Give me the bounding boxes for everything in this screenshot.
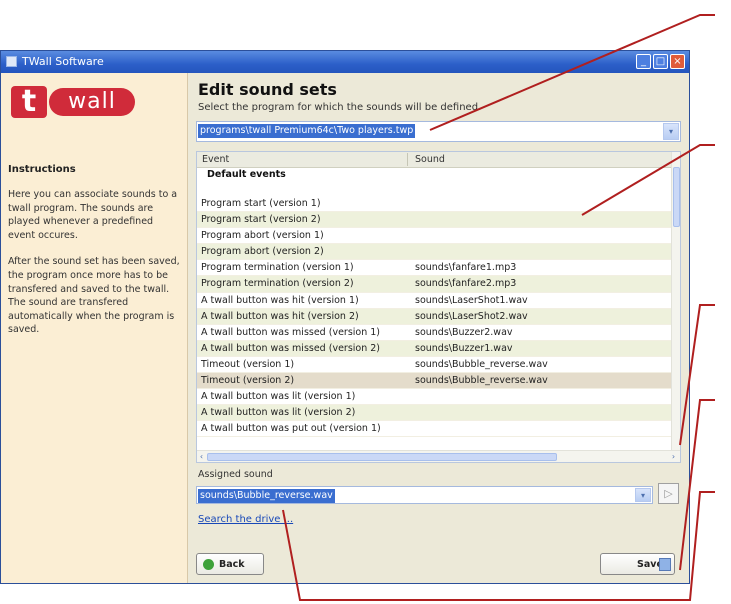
table-row[interactable]: A twall button was put out (version 1) [197,421,671,438]
table-row[interactable]: A twall button was missed (version 2) sou… [197,340,671,357]
event-cell: Program abort (version 1) [201,230,324,242]
twall-logo: t wall [11,86,137,118]
table-row[interactable]: Program termination (version 1) sounds\fa… [197,260,671,277]
play-button[interactable]: ▷ [658,483,679,504]
scrollbar-thumb[interactable] [673,167,680,227]
table-row[interactable]: Program termination (version 2) sounds\fa… [197,276,671,293]
event-cell: A twall button was missed (version 2) [201,342,381,354]
play-icon: ▷ [664,487,673,500]
assigned-sound-label: Assigned sound [198,469,273,480]
event-cell: Timeout (version 2) [201,375,295,387]
sound-cell: sounds\Buzzer2.wav [415,326,513,338]
scrollbar-thumb[interactable] [207,453,557,461]
event-cell: A twall button was lit (version 1) [201,391,356,403]
assigned-sound-select[interactable]: sounds\Bubble_reverse.wav ▾ [196,486,653,504]
event-cell: Program start (version 2) [201,214,321,226]
group-header: Default events [197,168,671,182]
table-row[interactable]: A twall button was hit (version 2) sounds… [197,308,671,325]
table-row[interactable]: Program start (version 2) [197,212,671,229]
table-row[interactable]: Program start (version 1) [197,196,671,213]
maximize-button[interactable]: □ [653,54,668,69]
instructions-heading: Instructions [8,164,76,175]
chevron-down-icon[interactable]: ▾ [663,123,679,140]
table-row[interactable]: A twall button was lit (version 1) [197,389,671,406]
instructions-paragraph: Here you can associate sounds to a twall… [8,189,178,241]
instructions-paragraph: After the sound set has been saved, the … [8,256,180,336]
event-cell: Program termination (version 2) [201,278,354,290]
app-window: TWall Software _ □ × t wall Instructions… [0,50,690,584]
sound-events-table[interactable]: Event Sound Default events Program start… [196,151,681,463]
table-row[interactable]: A twall button was missed (version 1) sou… [197,325,671,341]
main-panel: Edit sound sets Select the program for w… [188,73,689,583]
horizontal-scrollbar[interactable]: ‹ › [197,450,680,462]
back-arrow-icon [203,559,214,570]
floppy-disk-icon [659,558,671,571]
sound-cell: sounds\Bubble_reverse.wav [415,358,548,370]
sound-cell: sounds\fanfare2.mp3 [415,278,517,290]
page-subtitle: Select the program for which the sounds … [198,102,482,113]
page-title: Edit sound sets [198,80,337,99]
chevron-down-icon[interactable]: ▾ [635,488,651,502]
sound-cell: sounds\LaserShot1.wav [415,294,528,306]
minimize-button[interactable]: _ [636,54,651,69]
logo-wall: wall [49,88,135,116]
assigned-sound-value: sounds\Bubble_reverse.wav [198,489,335,503]
logo-t: t [11,86,47,118]
close-button[interactable]: × [670,54,685,69]
instructions-text: Here you can associate sounds to a twall… [8,188,182,350]
title-bar[interactable]: TWall Software _ □ × [1,51,689,73]
table-row[interactable]: Timeout (version 1) sounds\Bubble_reverse… [197,357,671,374]
event-cell: A twall button was put out (version 1) [201,423,381,435]
table-row[interactable]: A twall button was hit (version 1) sounds… [197,293,671,309]
back-button[interactable]: Back [196,553,264,575]
sidebar: t wall Instructions Here you can associa… [1,73,188,583]
column-header-sound[interactable]: Sound [415,154,445,165]
search-drive-link[interactable]: Search the drive ... [198,514,293,525]
scroll-right-icon[interactable]: › [669,451,678,462]
sound-cell: sounds\Buzzer1.wav [415,342,513,354]
table-header: Event Sound [197,152,671,168]
back-button-label: Back [219,559,245,570]
event-cell: Program start (version 1) [201,198,321,209]
table-rows: Program start (version 1) Program start (… [197,196,671,438]
app-icon [6,56,17,67]
program-select[interactable]: programs\twall Premium64c\Two players.tw… [196,121,681,142]
table-row[interactable]: Program abort (version 1) [197,228,671,245]
column-divider[interactable] [407,153,408,166]
table-row[interactable]: A twall button was lit (version 2) [197,405,671,422]
event-cell: A twall button was hit (version 1) [201,294,359,306]
group-label: Default events [207,169,286,180]
table-row[interactable]: Program abort (version 2) [197,244,671,261]
program-path: programs\twall Premium64c\Two players.tw… [198,124,416,138]
vertical-scrollbar[interactable] [671,152,680,450]
event-cell: Program termination (version 1) [201,262,354,274]
table-row[interactable]: Timeout (version 2) sounds\Bubble_reverse… [197,373,671,390]
sound-cell: sounds\LaserShot2.wav [415,310,528,322]
save-button[interactable]: Save [600,553,675,575]
sound-cell: sounds\Bubble_reverse.wav [415,375,548,387]
event-cell: Program abort (version 2) [201,246,324,258]
event-cell: Timeout (version 1) [201,358,295,370]
window-title: TWall Software [22,55,104,68]
scroll-left-icon[interactable]: ‹ [197,451,206,462]
event-cell: A twall button was missed (version 1) [201,326,381,338]
event-cell: A twall button was hit (version 2) [201,310,359,322]
event-cell: A twall button was lit (version 2) [201,407,356,419]
column-header-event[interactable]: Event [202,154,229,165]
sound-cell: sounds\fanfare1.mp3 [415,262,517,274]
